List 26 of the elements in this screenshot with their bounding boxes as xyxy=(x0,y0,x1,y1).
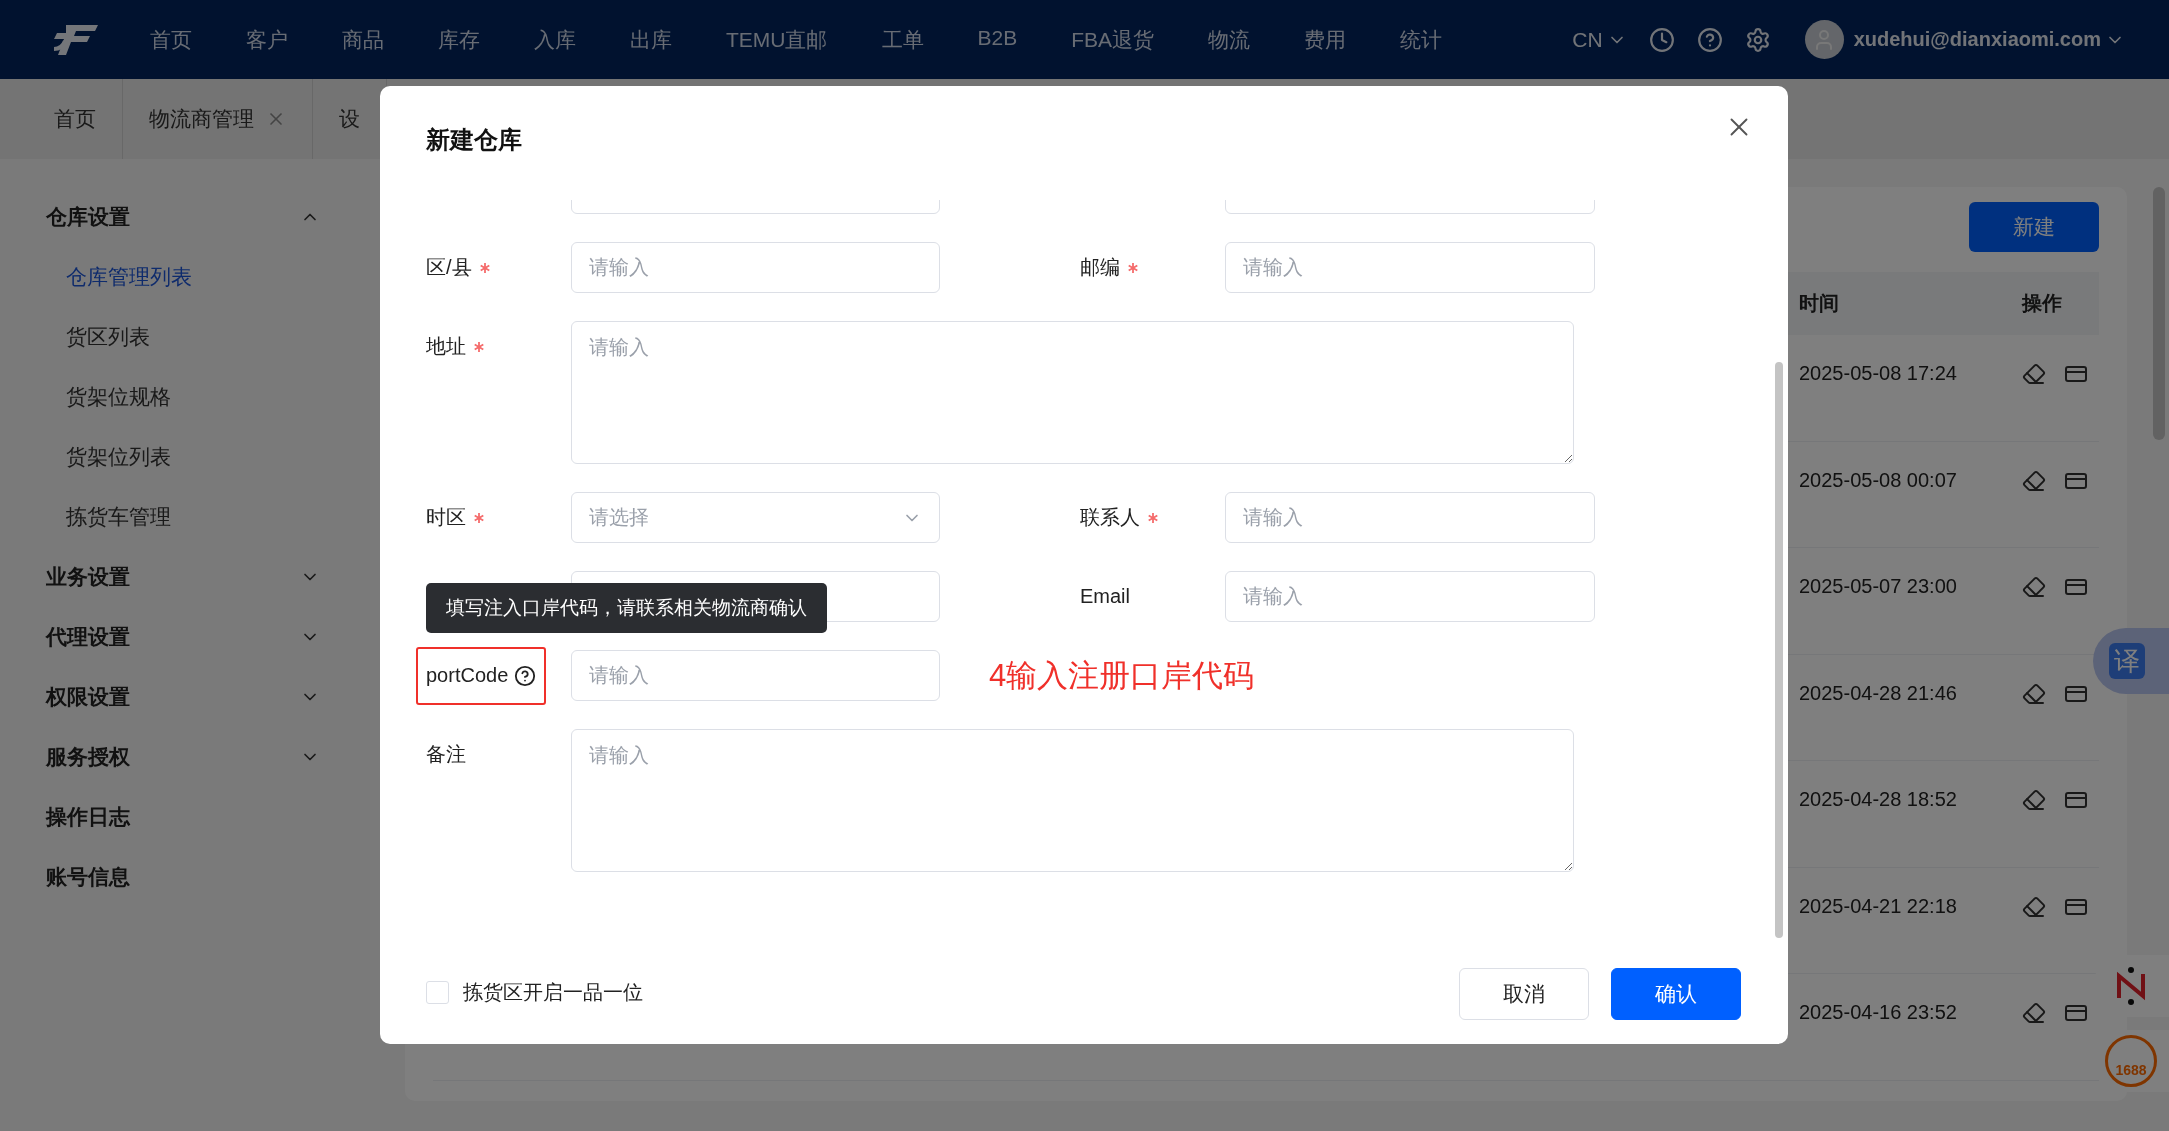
table-cell: 2025-05-08 17:24 xyxy=(1799,335,2022,442)
select-placeholder: 请选择 xyxy=(589,505,649,530)
table-cell: 2025-04-21 22:18 xyxy=(1799,867,2022,974)
column-header: 时间 xyxy=(1799,272,2022,335)
column-header: 操作 xyxy=(2022,272,2099,335)
field-label: 区/县 xyxy=(426,255,472,280)
tab-label: 首页 xyxy=(54,106,96,132)
tab-label: 物流商管理 xyxy=(149,106,254,132)
annotation-text: 4输入注册口岸代码 xyxy=(988,656,1256,695)
tab-label: 设 xyxy=(339,106,360,132)
badge-logo: 1688 xyxy=(2105,1035,2157,1087)
table-cell: 2025-04-28 18:52 xyxy=(1799,761,2022,868)
field-label: 邮编 xyxy=(1080,255,1120,280)
tooltip: 填写注入口岸代码，请联系相关物流商确认 xyxy=(426,583,827,633)
dialog-title: 新建仓库 xyxy=(426,125,522,155)
field-label: Email xyxy=(1080,585,1130,608)
table-cell: 2025-05-07 23:00 xyxy=(1799,548,2022,655)
translate-glyph: 译 xyxy=(2109,643,2145,679)
field-label: 地址 xyxy=(426,334,466,359)
field-label: 时区 xyxy=(426,505,466,530)
table-cell: 2025-04-16 23:52 xyxy=(1799,974,2022,1081)
field-label: 联系人 xyxy=(1080,505,1140,530)
field-label: 备注 xyxy=(426,742,466,767)
field-label: portCode xyxy=(426,664,509,687)
table-cell: 2025-04-28 21:46 xyxy=(1799,654,2022,761)
table-cell: 2025-05-08 00:07 xyxy=(1799,441,2022,548)
